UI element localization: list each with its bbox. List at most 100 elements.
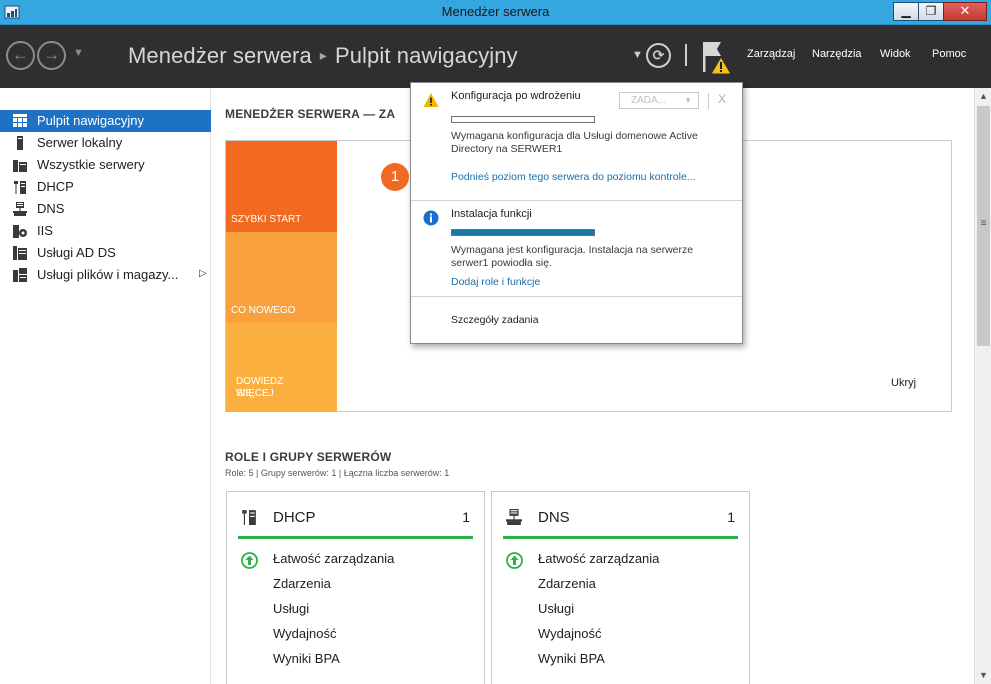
refresh-dropdown[interactable]: ▼ xyxy=(632,49,643,61)
sidebar-item-dashboard[interactable]: Pulpit nawigacyjny xyxy=(0,110,211,132)
maximize-icon: ❐ xyxy=(925,4,937,18)
scrollbar-thumb[interactable]: ≡ xyxy=(977,106,990,346)
sidebar-item-dns[interactable]: DNS xyxy=(0,198,211,220)
breadcrumb-current: Pulpit nawigacyjny xyxy=(334,43,518,68)
add-roles-link[interactable]: Dodaj role i funkcje xyxy=(451,276,540,288)
notification-description: Wymagana konfiguracja dla Usługi domenow… xyxy=(451,130,698,155)
breadcrumb-root[interactable]: Menedżer serwera xyxy=(128,43,312,68)
window-title: Menedżer serwera xyxy=(441,4,550,19)
menu-view[interactable]: Widok xyxy=(880,48,911,60)
ad-ds-icon xyxy=(13,246,27,260)
notification-title: Konfiguracja po wdrożeniu xyxy=(451,90,581,102)
chevron-right-icon[interactable]: ▷ xyxy=(199,268,207,279)
minimize-button[interactable]: ▁ xyxy=(893,2,919,21)
progress-fill xyxy=(452,230,594,235)
close-popup-button[interactable]: X xyxy=(718,92,726,106)
dhcp-icon xyxy=(14,181,26,194)
role-card-row-events[interactable]: Zdarzenia xyxy=(273,576,331,591)
welcome-section-title: MENEDŻER SERWERA — ZA xyxy=(225,107,396,121)
role-card-dhcp[interactable]: DHCP 1 Łatwość zarządzania Zdarzenia Usł… xyxy=(226,491,485,684)
arrow-right-icon: → xyxy=(43,45,60,64)
task-details-link[interactable]: Szczegóły zadania xyxy=(451,314,539,326)
sidebar-item-local-server[interactable]: Serwer lokalny xyxy=(0,132,211,154)
notification-feature-install: Instalacja funkcji Wymagana jest konfigu… xyxy=(411,201,742,297)
role-card-row-manageability[interactable]: Łatwość zarządzania xyxy=(538,551,659,566)
sidebar-item-file-storage[interactable]: Usługi plików i magazy... ▷ xyxy=(0,264,211,286)
status-ok-bar xyxy=(238,536,473,539)
role-card-count: 1 xyxy=(462,509,470,525)
chevron-down-icon: ▼ xyxy=(632,49,643,61)
role-card-row-performance[interactable]: Wydajność xyxy=(273,626,336,641)
notification-footer: Szczegóły zadania xyxy=(411,297,742,343)
refresh-button[interactable]: ⟳ xyxy=(646,43,671,68)
app-header: ← → ▼ Menedżer serwera ▸ Pulpit nawigacyjn… xyxy=(0,25,991,88)
file-storage-icon xyxy=(13,268,27,282)
role-card-row-bpa[interactable]: Wyniki BPA xyxy=(538,651,605,666)
tile-learn-more[interactable]: DOWIEDZ SIĘ WIĘCEJ xyxy=(226,323,337,412)
dns-icon xyxy=(13,202,27,216)
back-button[interactable]: ← xyxy=(6,41,35,70)
warning-icon xyxy=(423,93,439,107)
all-servers-icon xyxy=(13,160,27,172)
role-card-dns[interactable]: DNS 1 Łatwość zarządzania Zdarzenia Usłu… xyxy=(491,491,750,684)
role-card-row-manageability[interactable]: Łatwość zarządzania xyxy=(273,551,394,566)
scroll-up-arrow-icon[interactable]: ▲ xyxy=(975,88,991,105)
role-card-row-performance[interactable]: Wydajność xyxy=(538,626,601,641)
close-window-button[interactable]: ✕ xyxy=(943,2,987,21)
sidebar-item-label: Wszystkie serwery xyxy=(37,157,145,172)
tile-label: CO NOWEGO xyxy=(231,305,296,316)
menu-help[interactable]: Pomoc xyxy=(932,48,966,60)
history-dropdown[interactable]: ▼ xyxy=(73,47,84,59)
dhcp-icon xyxy=(242,510,256,525)
vertical-scrollbar[interactable]: ▲ ≡ ▼ xyxy=(974,88,991,684)
window-controls: ▁ ❐ ✕ xyxy=(893,2,987,22)
tile-label: SZYBKI START xyxy=(231,214,302,225)
menu-manage[interactable]: Zarządzaj xyxy=(747,48,795,60)
refresh-icon: ⟳ xyxy=(652,47,665,63)
promote-dc-link[interactable]: Podnieś poziom tego serwera do poziomu k… xyxy=(451,171,696,183)
window-titlebar: Menedżer serwera ▁ ❐ ✕ xyxy=(0,0,991,25)
menu-tools[interactable]: Narzędzia xyxy=(812,48,862,60)
sidebar-item-label: DHCP xyxy=(37,179,74,194)
iis-icon xyxy=(13,225,27,238)
chevron-down-icon: ▼ xyxy=(684,96,692,105)
notification-description: Wymagana jest konfiguracja. Instalacja n… xyxy=(451,244,694,269)
role-card-row-services[interactable]: Usługi xyxy=(538,601,574,616)
sidebar-item-dhcp[interactable]: DHCP xyxy=(0,176,211,198)
breadcrumb: Menedżer serwera ▸ Pulpit nawigacyjny xyxy=(128,43,518,69)
sidebar-item-label: Pulpit nawigacyjny xyxy=(37,113,144,128)
role-card-row-events[interactable]: Zdarzenia xyxy=(538,576,596,591)
task-filter-dropdown[interactable]: ZADA... ▼ xyxy=(619,92,699,109)
role-card-count: 1 xyxy=(727,509,735,525)
sidebar-item-all-servers[interactable]: Wszystkie serwery xyxy=(0,154,211,176)
progress-bar xyxy=(451,229,595,236)
chevron-down-icon: ▼ xyxy=(73,47,84,59)
role-card-row-services[interactable]: Usługi xyxy=(273,601,309,616)
role-card-title[interactable]: DNS xyxy=(538,509,570,526)
hide-welcome-link[interactable]: Ukryj xyxy=(891,377,916,389)
tile-quick-start[interactable]: SZYBKI START xyxy=(226,141,337,232)
role-card-row-bpa[interactable]: Wyniki BPA xyxy=(273,651,340,666)
popup-separator xyxy=(708,93,709,109)
dashboard-icon xyxy=(13,114,27,127)
scroll-down-arrow-icon[interactable]: ▼ xyxy=(975,667,991,684)
dns-icon xyxy=(506,509,522,525)
forward-button[interactable]: → xyxy=(37,41,66,70)
tile-label-line: WIĘCEJ xyxy=(236,388,274,399)
notifications-flag-button[interactable] xyxy=(701,39,733,75)
close-icon: ✕ xyxy=(959,3,971,18)
sidebar-item-label: Usługi AD DS xyxy=(37,245,116,260)
role-card-title[interactable]: DHCP xyxy=(273,509,316,526)
sidebar-item-iis[interactable]: IIS xyxy=(0,220,211,242)
sidebar: Pulpit nawigacyjny Serwer lokalny Wszyst… xyxy=(0,88,211,684)
maximize-button[interactable]: ❐ xyxy=(918,2,944,21)
progress-bar xyxy=(451,116,595,123)
step-number-badge: 1 xyxy=(381,163,409,191)
sidebar-item-ad-ds[interactable]: Usługi AD DS xyxy=(0,242,211,264)
minimize-icon: ▁ xyxy=(901,4,911,18)
header-separator xyxy=(685,44,687,66)
status-ok-icon xyxy=(241,552,258,569)
tile-whats-new[interactable]: CO NOWEGO xyxy=(226,232,337,323)
notifications-popup: Konfiguracja po wdrożeniu ZADA... ▼ X Wy… xyxy=(410,82,743,344)
sidebar-item-label: Serwer lokalny xyxy=(37,135,123,150)
